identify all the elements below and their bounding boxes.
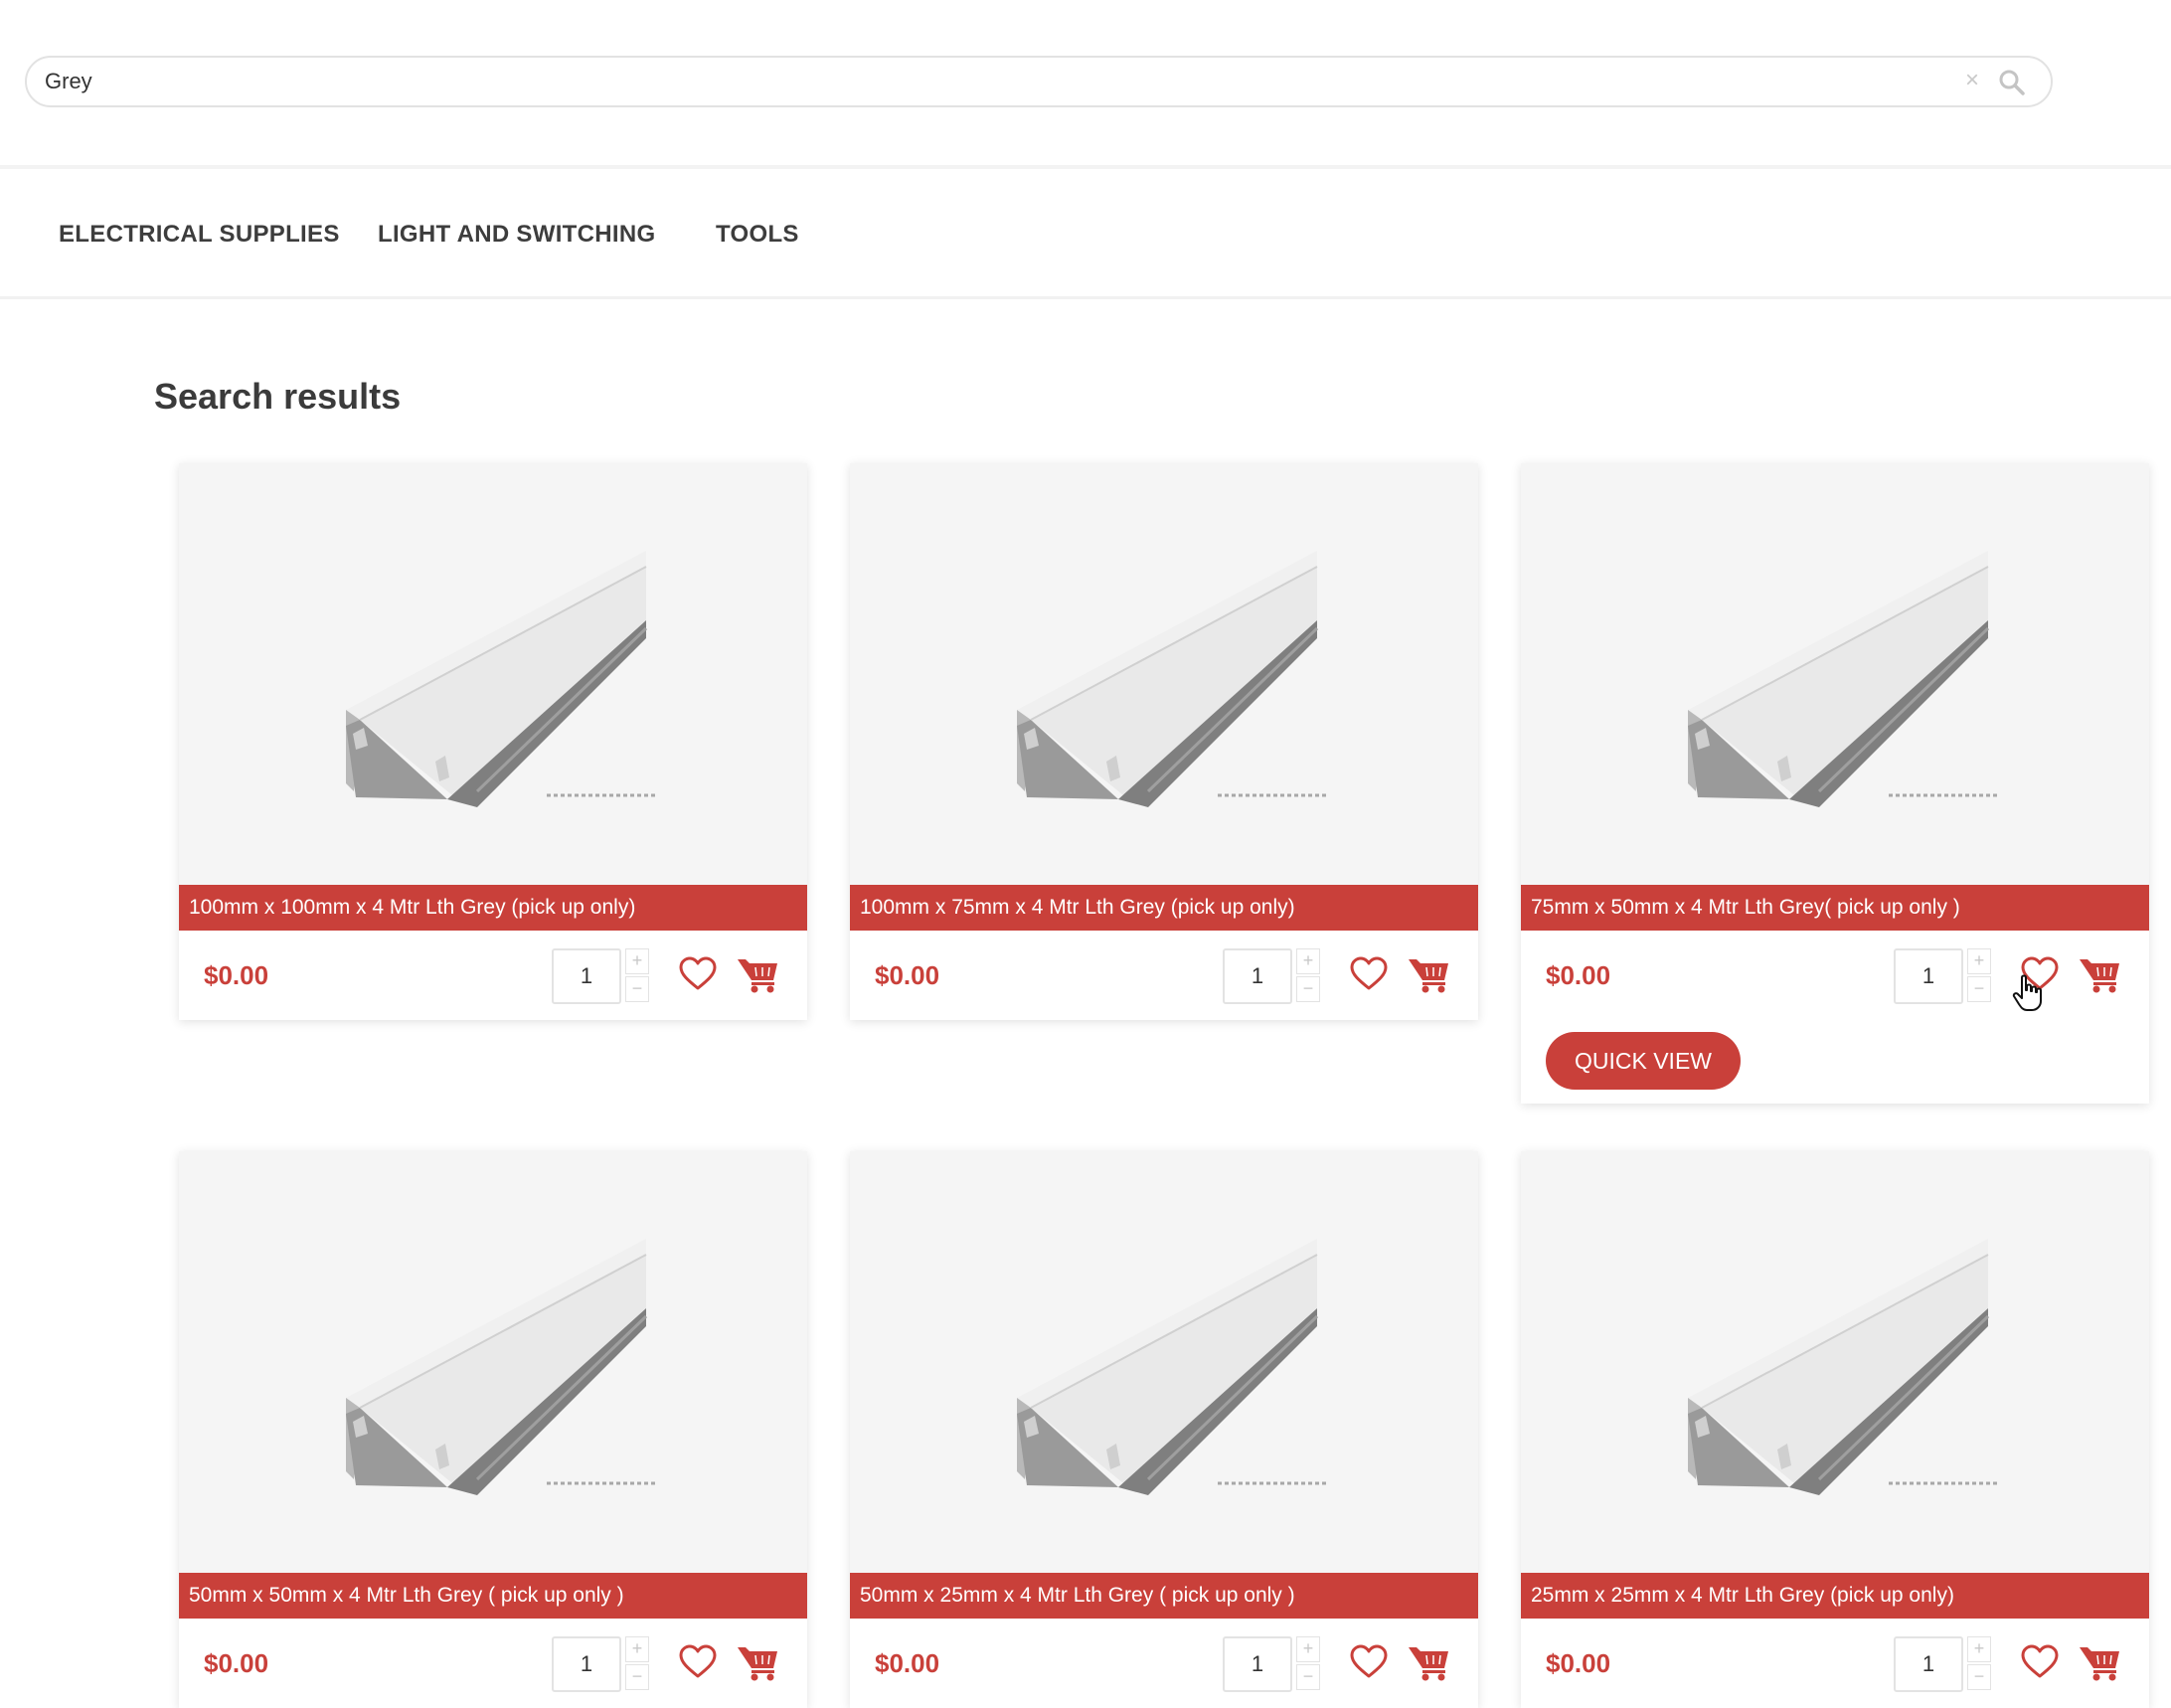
quantity-decrease-button[interactable]: − (1296, 1664, 1320, 1690)
quantity-increase-button[interactable]: + (625, 948, 649, 974)
cart-icon[interactable] (1407, 1642, 1452, 1682)
quantity-decrease-button[interactable]: − (625, 1664, 649, 1690)
product-card-hovered[interactable]: 75mm x 50mm x 4 Mtr Lth Grey( pick up on… (1521, 463, 2149, 1104)
product-price: $0.00 (204, 960, 269, 990)
quantity-increase-button[interactable]: + (1296, 948, 1320, 974)
nav-divider (0, 296, 2171, 299)
heart-icon[interactable] (1349, 1642, 1389, 1682)
quantity-input[interactable] (1894, 948, 1963, 1004)
quantity-decrease-button[interactable]: − (1296, 976, 1320, 1002)
quantity-increase-button[interactable]: + (1967, 948, 1991, 974)
quantity-decrease-button[interactable]: − (1967, 1664, 1991, 1690)
product-price: $0.00 (875, 960, 940, 990)
quantity-increase-button[interactable]: + (625, 1636, 649, 1662)
product-price: $0.00 (204, 1648, 269, 1678)
cart-icon[interactable] (1407, 954, 1452, 994)
product-image[interactable] (850, 1151, 1478, 1573)
product-price: $0.00 (875, 1648, 940, 1678)
nav-item-tools[interactable]: TOOLS (716, 221, 799, 249)
heart-icon[interactable] (2020, 1642, 2060, 1682)
quantity-input[interactable] (1223, 1636, 1292, 1692)
nav-item-light-and-switching[interactable]: LIGHT AND SWITCHING (378, 221, 655, 249)
product-image[interactable] (179, 463, 807, 885)
product-card[interactable]: 25mm x 25mm x 4 Mtr Lth Grey (pick up on… (1521, 1151, 2149, 1708)
product-card[interactable]: 100mm x 75mm x 4 Mtr Lth Grey (pick up o… (850, 463, 1478, 1020)
quick-view-button[interactable]: QUICK VIEW (1546, 1032, 1741, 1090)
product-price: $0.00 (1546, 1648, 1611, 1678)
quantity-decrease-button[interactable]: − (1967, 976, 1991, 1002)
product-title[interactable]: 50mm x 25mm x 4 Mtr Lth Grey ( pick up o… (850, 1573, 1478, 1619)
category-nav: ELECTRICAL SUPPLIES LIGHT AND SWITCHING … (0, 169, 2171, 298)
quantity-decrease-button[interactable]: − (625, 976, 649, 1002)
product-title[interactable]: 100mm x 75mm x 4 Mtr Lth Grey (pick up o… (850, 885, 1478, 931)
heart-icon[interactable] (678, 1642, 718, 1682)
quantity-input[interactable] (1223, 948, 1292, 1004)
product-image[interactable] (1521, 463, 2149, 885)
product-title[interactable]: 100mm x 100mm x 4 Mtr Lth Grey (pick up … (179, 885, 807, 931)
search-bar: × (25, 56, 2053, 107)
cart-icon[interactable] (736, 1642, 781, 1682)
product-card[interactable]: 100mm x 100mm x 4 Mtr Lth Grey (pick up … (179, 463, 807, 1020)
cart-icon[interactable] (2078, 1642, 2123, 1682)
quantity-increase-button[interactable]: + (1967, 1636, 1991, 1662)
quantity-increase-button[interactable]: + (1296, 1636, 1320, 1662)
page-title: Search results (154, 376, 402, 417)
product-image[interactable] (850, 463, 1478, 885)
quantity-input[interactable] (1894, 1636, 1963, 1692)
product-image[interactable] (1521, 1151, 2149, 1573)
product-image[interactable] (179, 1151, 807, 1573)
heart-icon[interactable] (678, 954, 718, 994)
hand-cursor-icon (2012, 974, 2042, 1011)
cart-icon[interactable] (736, 954, 781, 994)
product-title[interactable]: 50mm x 50mm x 4 Mtr Lth Grey ( pick up o… (179, 1573, 807, 1619)
quantity-input[interactable] (552, 1636, 621, 1692)
search-input[interactable] (45, 64, 1933, 99)
product-price: $0.00 (1546, 960, 1611, 990)
search-icon[interactable] (1997, 68, 2027, 97)
product-title[interactable]: 25mm x 25mm x 4 Mtr Lth Grey (pick up on… (1521, 1573, 2149, 1619)
clear-search-icon[interactable]: × (1959, 68, 1985, 93)
product-card[interactable]: 50mm x 25mm x 4 Mtr Lth Grey ( pick up o… (850, 1151, 1478, 1708)
quantity-input[interactable] (552, 948, 621, 1004)
cart-icon[interactable] (2078, 954, 2123, 994)
product-title[interactable]: 75mm x 50mm x 4 Mtr Lth Grey( pick up on… (1521, 885, 2149, 931)
product-card[interactable]: 50mm x 50mm x 4 Mtr Lth Grey ( pick up o… (179, 1151, 807, 1708)
heart-icon[interactable] (1349, 954, 1389, 994)
nav-item-electrical-supplies[interactable]: ELECTRICAL SUPPLIES (59, 221, 340, 249)
